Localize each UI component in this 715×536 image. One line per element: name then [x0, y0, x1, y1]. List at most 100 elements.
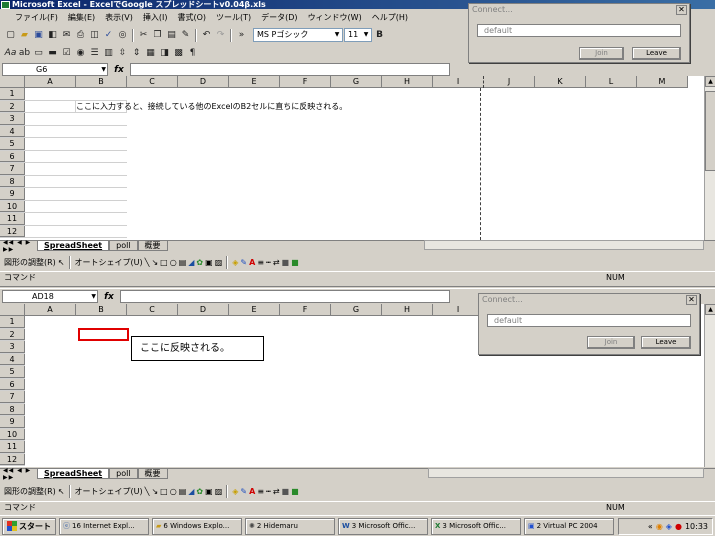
3d-icon[interactable]: ■: [291, 258, 299, 267]
column-header[interactable]: I: [433, 76, 484, 88]
combo-box-icon[interactable]: ▥: [102, 47, 115, 60]
arrow-style-icon[interactable]: ⇄: [273, 487, 280, 496]
edit-code-icon[interactable]: ◨: [158, 47, 171, 60]
sheet-nav-arrows-icon[interactable]: ◀◀ ◀ ▶ ▶▶: [0, 467, 40, 481]
dash-style-icon[interactable]: ┅: [266, 487, 271, 496]
print-preview-icon[interactable]: ◫: [88, 29, 101, 42]
sheet-nav-arrows-icon[interactable]: ◀◀ ◀ ▶ ▶▶: [0, 239, 40, 253]
row-header[interactable]: 2: [0, 100, 25, 112]
autoshape-menu[interactable]: オートシェイプ(U): [75, 486, 143, 497]
column-header[interactable]: G: [331, 304, 382, 316]
task-windows-explorer[interactable]: ▰ 6 Windows Explo...: [152, 517, 242, 535]
research-icon[interactable]: ◎: [116, 29, 129, 42]
column-header[interactable]: M: [637, 76, 688, 88]
sheet-tab-spreadsheet[interactable]: SpreadSheet: [37, 241, 110, 251]
column-header[interactable]: L: [586, 76, 637, 88]
oval-icon[interactable]: ○: [170, 487, 177, 496]
line-style-icon[interactable]: ≡: [257, 258, 264, 267]
line-color-icon[interactable]: ✎: [240, 258, 247, 267]
checkbox-icon[interactable]: ☑: [60, 47, 73, 60]
menu-data[interactable]: データ(D): [256, 12, 302, 23]
row-header[interactable]: 1: [0, 88, 25, 100]
task-microsoft-excel[interactable]: X3 Microsoft Offic...: [431, 517, 521, 535]
cell-b2[interactable]: ここに入力すると、接続している他のExcelのB2セルに直ちに反映される。: [76, 100, 347, 112]
shadow-icon[interactable]: ■: [282, 487, 290, 496]
row-header[interactable]: 11: [0, 213, 25, 225]
column-header[interactable]: H: [382, 76, 433, 88]
menu-edit[interactable]: 編集(E): [63, 12, 100, 23]
tray-app-icon[interactable]: ◉: [656, 522, 663, 531]
column-header[interactable]: C: [127, 304, 178, 316]
select-all-corner[interactable]: [0, 304, 25, 316]
scroll-up-icon[interactable]: ▲: [705, 76, 715, 87]
formula-input[interactable]: [120, 290, 450, 303]
column-header[interactable]: F: [280, 76, 331, 88]
tray-network-icon[interactable]: ◈: [666, 522, 672, 531]
show-hidden-icons-icon[interactable]: «: [648, 522, 653, 531]
group-box-icon[interactable]: ▭: [32, 47, 45, 60]
line-color-icon[interactable]: ✎: [240, 487, 247, 496]
column-header[interactable]: I: [433, 304, 484, 316]
select-objects-icon[interactable]: ↖: [58, 258, 65, 267]
arrow-icon[interactable]: ↘: [151, 258, 158, 267]
option-button-icon[interactable]: ◉: [74, 47, 87, 60]
button-icon[interactable]: ▬: [46, 47, 59, 60]
edit-box-icon[interactable]: ab: [18, 47, 31, 60]
format-painter-icon[interactable]: ✎: [179, 29, 192, 42]
spell-check-icon[interactable]: ✓: [102, 29, 115, 42]
row-header[interactable]: 5: [0, 138, 25, 150]
leave-button[interactable]: Leave: [641, 336, 691, 349]
menu-file[interactable]: ファイル(F): [10, 12, 63, 23]
copy-icon[interactable]: ❐: [151, 29, 164, 42]
function-icon[interactable]: fx: [102, 292, 116, 302]
column-header[interactable]: E: [229, 76, 280, 88]
column-header[interactable]: H: [382, 304, 433, 316]
close-icon[interactable]: ✕: [686, 295, 697, 305]
sheet-tab-overview[interactable]: 概要: [137, 469, 168, 479]
column-header[interactable]: J: [484, 76, 535, 88]
menu-format[interactable]: 書式(O): [172, 12, 211, 23]
fill-color-icon[interactable]: ◈: [232, 487, 238, 496]
tray-language-icon[interactable]: ●: [675, 522, 682, 531]
oval-icon[interactable]: ○: [170, 258, 177, 267]
row-header[interactable]: 4: [0, 125, 25, 137]
row-header[interactable]: 1: [0, 316, 25, 328]
row-header[interactable]: 11: [0, 441, 25, 453]
row-header[interactable]: 9: [0, 188, 25, 200]
run-dialog-icon[interactable]: ¶: [186, 47, 199, 60]
list-box-icon[interactable]: ☰: [88, 47, 101, 60]
clipart-icon[interactable]: ▣: [205, 258, 213, 267]
row-header[interactable]: 8: [0, 403, 25, 415]
font-name-select[interactable]: MS Pゴシック ▼: [253, 28, 343, 42]
arrow-style-icon[interactable]: ⇄: [273, 258, 280, 267]
diagram-icon[interactable]: ✿: [196, 487, 203, 496]
toggle-grid-icon[interactable]: ▩: [172, 47, 185, 60]
sheet-tab-poll[interactable]: poll: [109, 241, 138, 251]
paste-icon[interactable]: ▤: [165, 29, 178, 42]
draw-adjust-menu[interactable]: 図形の調整(R): [4, 257, 56, 268]
textbox-icon[interactable]: ▤: [179, 487, 187, 496]
shadow-icon[interactable]: ■: [282, 258, 290, 267]
menu-view[interactable]: 表示(V): [100, 12, 138, 23]
scroll-bar-icon[interactable]: ⇳: [116, 47, 129, 60]
name-box[interactable]: AD18 ▼: [2, 290, 98, 303]
column-header[interactable]: G: [331, 76, 382, 88]
spinner-icon[interactable]: ⇕: [130, 47, 143, 60]
vertical-scrollbar-bottom[interactable]: ▲: [704, 304, 715, 467]
font-color-icon[interactable]: A: [249, 487, 255, 496]
channel-input[interactable]: default: [477, 24, 681, 37]
column-header[interactable]: A: [25, 76, 76, 88]
scroll-thumb[interactable]: [705, 91, 715, 171]
draw-adjust-menu[interactable]: 図形の調整(R): [4, 486, 56, 497]
sheet-tab-spreadsheet[interactable]: SpreadSheet: [37, 469, 110, 479]
menu-window[interactable]: ウィンドウ(W): [303, 12, 367, 23]
select-objects-icon[interactable]: ↖: [58, 487, 65, 496]
column-header[interactable]: B: [76, 76, 127, 88]
bold-button[interactable]: B: [373, 29, 386, 42]
clipart-icon[interactable]: ▣: [205, 487, 213, 496]
close-icon[interactable]: ✕: [676, 5, 687, 15]
mail-icon[interactable]: ✉: [60, 29, 73, 42]
row-header[interactable]: 3: [0, 113, 25, 125]
line-icon[interactable]: ╲: [145, 487, 150, 496]
cut-icon[interactable]: ✂: [137, 29, 150, 42]
